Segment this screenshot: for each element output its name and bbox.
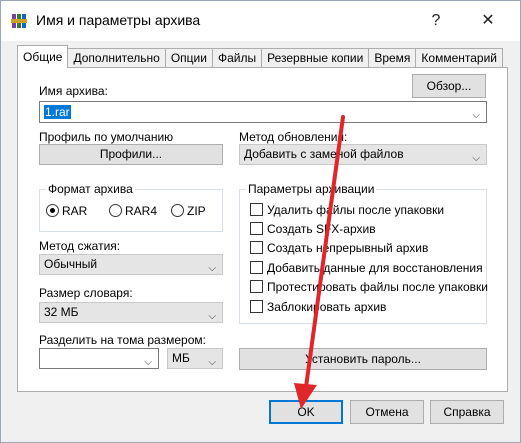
tab-bar: Общие Дополнительно Опции Файлы Резервны… xyxy=(17,45,504,68)
option-test[interactable]: Протестировать файлы после упаковки xyxy=(250,280,488,294)
archive-name-label: Имя архива: xyxy=(39,84,108,98)
chevron-down-icon: ⌵ xyxy=(144,357,152,368)
tab-backup[interactable]: Резервные копии xyxy=(261,48,370,68)
format-radio-zip[interactable]: ZIP xyxy=(171,204,206,218)
close-icon[interactable]: ✕ xyxy=(477,11,499,31)
profile-label: Профиль по умолчанию xyxy=(39,130,174,144)
radio-icon xyxy=(171,204,184,217)
checkbox-icon xyxy=(250,300,263,313)
archive-dialog: Имя и параметры архива ? ✕ Общие Дополни… xyxy=(0,0,521,443)
option-lock[interactable]: Заблокировать архив xyxy=(250,300,386,314)
general-tab-panel: Имя архива: Обзор... 1.rar ⌵ Профиль по … xyxy=(17,67,508,392)
tab-advanced[interactable]: Дополнительно xyxy=(67,48,166,68)
chevron-down-icon: ⌵ xyxy=(208,357,216,368)
dictionary-select[interactable]: 32 МБ ⌵ xyxy=(39,302,223,323)
update-method-value: Добавить с заменой файлов xyxy=(244,147,404,161)
ok-button[interactable]: OK xyxy=(269,400,343,424)
help-icon[interactable]: ? xyxy=(425,11,447,31)
split-size-input[interactable]: ⌵ xyxy=(39,348,159,369)
archive-format-caption: Формат архива xyxy=(46,182,135,196)
radio-icon xyxy=(109,204,122,217)
chevron-down-icon: ⌵ xyxy=(208,263,216,274)
dictionary-label: Размер словаря: xyxy=(39,286,133,300)
dictionary-value: 32 МБ xyxy=(44,305,79,319)
tab-general[interactable]: Общие xyxy=(17,45,69,68)
archive-format-group: Формат архива RAR RAR4 ZIP xyxy=(39,182,223,232)
split-unit-value: МБ xyxy=(172,351,190,365)
checkbox-icon xyxy=(250,241,263,254)
update-method-label: Метод обновления: xyxy=(239,130,348,144)
split-unit-select[interactable]: МБ ⌵ xyxy=(167,348,223,369)
radio-selected-icon xyxy=(46,204,59,217)
chevron-down-icon[interactable]: ⌵ xyxy=(472,106,480,126)
option-sfx[interactable]: Создать SFX-архив xyxy=(250,222,376,236)
checkbox-icon xyxy=(250,261,263,274)
update-method-select[interactable]: Добавить с заменой файлов ⌵ xyxy=(239,144,487,165)
option-delete-after[interactable]: Удалить файлы после упаковки xyxy=(250,203,444,217)
option-recovery[interactable]: Добавить данные для восстановления xyxy=(250,261,483,275)
archive-name-input[interactable]: 1.rar ⌵ xyxy=(39,101,487,123)
compression-value: Обычный xyxy=(44,257,98,271)
compression-label: Метод сжатия: xyxy=(39,239,121,253)
option-solid[interactable]: Создать непрерывный архив xyxy=(250,241,428,255)
chevron-down-icon: ⌵ xyxy=(208,311,216,322)
tab-options[interactable]: Опции xyxy=(164,48,213,68)
compression-select[interactable]: Обычный ⌵ xyxy=(39,254,223,275)
archiving-options-caption: Параметры архивации xyxy=(246,182,377,196)
split-label: Разделить на тома размером: xyxy=(39,333,206,347)
format-radio-rar[interactable]: RAR xyxy=(46,204,87,218)
checkbox-icon xyxy=(250,280,263,293)
window-title: Имя и параметры архива xyxy=(36,12,201,28)
tab-time[interactable]: Время xyxy=(368,48,417,68)
tab-files[interactable]: Файлы xyxy=(211,48,263,68)
title-bar: Имя и параметры архива ? ✕ xyxy=(1,1,520,41)
help-button[interactable]: Справка xyxy=(430,400,504,424)
winrar-icon xyxy=(11,13,27,29)
set-password-button[interactable]: Установить пароль... xyxy=(239,348,487,370)
checkbox-icon xyxy=(250,203,263,216)
chevron-down-icon: ⌵ xyxy=(472,153,480,164)
checkbox-icon xyxy=(250,222,263,235)
profiles-button[interactable]: Профили... xyxy=(39,144,223,165)
cancel-button[interactable]: Отмена xyxy=(350,400,424,424)
tab-comment[interactable]: Комментарий xyxy=(415,48,504,68)
format-radio-rar4[interactable]: RAR4 xyxy=(109,204,157,218)
archive-name-value: 1.rar xyxy=(44,105,71,119)
archiving-options-group: Параметры архивации Удалить файлы после … xyxy=(239,182,488,324)
browse-button[interactable]: Обзор... xyxy=(412,74,486,98)
